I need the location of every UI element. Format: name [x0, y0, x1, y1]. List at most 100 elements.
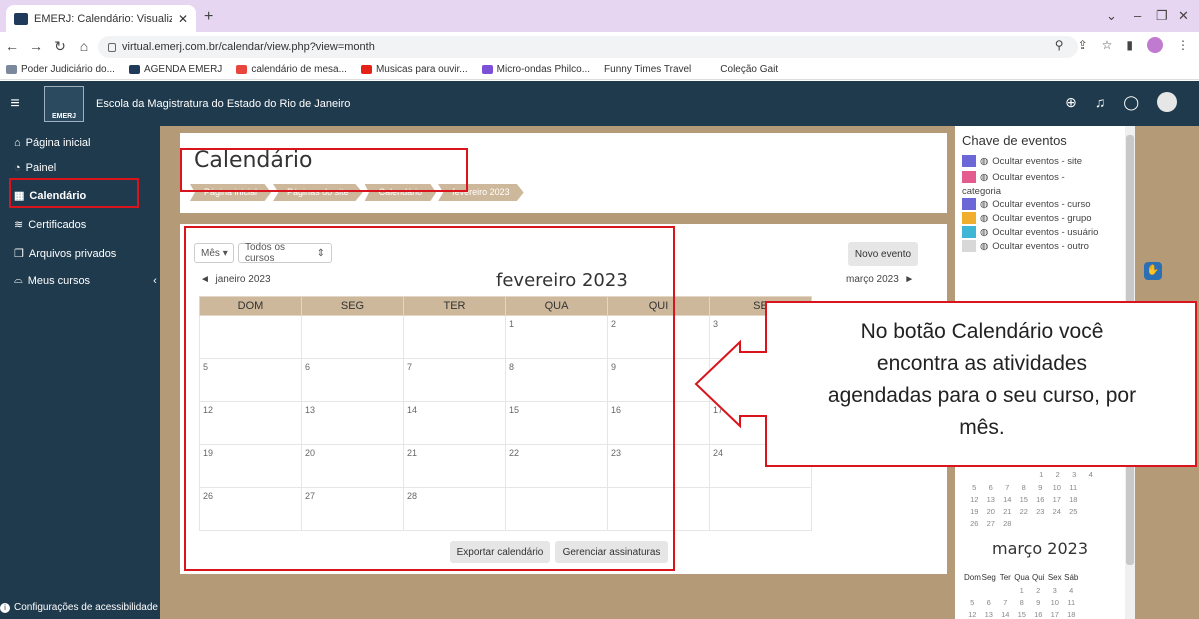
help-floating-icon[interactable]: ✋ [1144, 262, 1162, 280]
mini-calendar-day[interactable]: 25 [1065, 507, 1082, 516]
mini-calendar-day[interactable]: 1 [1014, 586, 1031, 595]
mini-calendar-day[interactable]: 15 [1014, 610, 1031, 619]
language-globe-icon[interactable]: ⊕ [1065, 94, 1077, 111]
sidebar-item-my-courses[interactable]: ⌓ Meus cursos ‹ [14, 274, 157, 287]
bookmark-item[interactable]: calendário de mesa... [236, 64, 347, 75]
mini-calendar-day[interactable]: 24 [1049, 507, 1066, 516]
sidebar-item-dashboard[interactable]: ◔ Painel [14, 162, 56, 174]
mini-calendar-day[interactable]: 13 [981, 610, 998, 619]
mini-calendar-day[interactable]: 12 [966, 495, 983, 504]
mini-calendar-day[interactable]: 10 [1049, 483, 1066, 492]
mini-calendar-day[interactable]: 27 [983, 519, 1000, 528]
notifications-bell-icon[interactable]: ♫ [1095, 94, 1106, 110]
mini-calendar-day[interactable]: 3 [1066, 470, 1083, 479]
mini-calendar-day[interactable]: 28 [999, 519, 1016, 528]
reload-icon[interactable]: ↻ [48, 38, 72, 55]
hamburger-menu-icon[interactable]: ≡ [0, 95, 30, 113]
zoom-icon[interactable]: ⚲ [1055, 38, 1064, 52]
event-key-item[interactable]: ◍ Ocultar eventos - usuário [962, 226, 1098, 238]
sidepanel-icon[interactable]: ▮ [1126, 38, 1133, 52]
mini-calendar-day[interactable]: 5 [966, 483, 983, 492]
mini-calendar-day[interactable]: 11 [1063, 598, 1080, 607]
mini-calendar-day[interactable]: 6 [981, 598, 998, 607]
mini-calendar-day[interactable] [1017, 470, 1034, 479]
messages-icon[interactable]: ◯ [1123, 94, 1139, 111]
mini-calendar-day[interactable]: 14 [999, 495, 1016, 504]
home-browser-icon[interactable]: ⌂ [72, 38, 96, 54]
mini-calendar-day[interactable]: 4 [1063, 586, 1080, 595]
visibility-eye-icon[interactable] [962, 212, 976, 224]
maximize-icon[interactable]: ❐ [1156, 8, 1168, 24]
bookmark-item[interactable]: Musicas para ouvir... [360, 64, 468, 75]
bookmark-item[interactable]: Coleção Gait [705, 64, 778, 75]
close-window-icon[interactable]: ✕ [1178, 8, 1189, 24]
mini-calendar-day[interactable]: 23 [1032, 507, 1049, 516]
tab-search-icon[interactable]: ⌄ [1106, 8, 1117, 24]
mini-calendar-day[interactable]: 16 [1030, 610, 1047, 619]
mini-calendar-day[interactable]: 1 [1033, 470, 1050, 479]
mini-calendar-day[interactable]: 15 [1016, 495, 1033, 504]
bookmark-star-icon[interactable]: ☆ [1102, 38, 1113, 52]
mini-calendar-day[interactable]: 20 [983, 507, 1000, 516]
event-key-item[interactable]: ◍ Ocultar eventos - curso [962, 198, 1091, 210]
emerj-logo[interactable]: EMERJ [44, 85, 84, 122]
mini-calendar-day[interactable]: 18 [1065, 495, 1082, 504]
mini-calendar-day[interactable]: 18 [1063, 610, 1080, 619]
sidebar-item-home[interactable]: ⌂ Página inicial [14, 137, 90, 149]
mini-calendar-day[interactable]: 8 [1016, 483, 1033, 492]
site-name[interactable]: Escola da Magistratura do Estado do Rio … [96, 98, 350, 110]
visibility-eye-icon[interactable] [962, 226, 976, 238]
forward-icon[interactable]: → [24, 38, 48, 54]
visibility-eye-icon[interactable] [962, 171, 976, 183]
mini-calendar-day[interactable] [1000, 470, 1017, 479]
mini-calendar-day[interactable]: 6 [983, 483, 1000, 492]
close-tab-icon[interactable]: ✕ [178, 12, 188, 26]
mini-calendar-day[interactable]: 5 [964, 598, 981, 607]
mini-calendar-day[interactable]: 13 [983, 495, 1000, 504]
mini-calendar-day[interactable]: 16 [1032, 495, 1049, 504]
visibility-eye-icon[interactable] [962, 240, 976, 252]
next-month-link[interactable]: março 2023 ► [846, 274, 914, 285]
mini-calendar-day[interactable]: 3 [1047, 586, 1064, 595]
event-key-item[interactable]: ◍ Ocultar eventos - [962, 171, 1065, 183]
menu-icon[interactable]: ⋮ [1177, 38, 1189, 52]
url-input[interactable]: virtual.emerj.com.br/calendar/view.php?v… [98, 36, 1078, 58]
mini-calendar-day[interactable]: 2 [1050, 470, 1067, 479]
mini-calendar-day[interactable]: 22 [1016, 507, 1033, 516]
mini-calendar-day[interactable]: 19 [966, 507, 983, 516]
sidebar-item-certificates[interactable]: ≋ Certificados [14, 218, 86, 232]
new-tab-icon[interactable]: + [204, 8, 213, 26]
mini-calendar-day[interactable] [964, 586, 981, 595]
mini-calendar-day[interactable]: 2 [1030, 586, 1047, 595]
calendar-day-cell[interactable] [709, 487, 812, 531]
mini-calendar-day[interactable]: 17 [1049, 495, 1066, 504]
new-event-button[interactable]: Novo evento [848, 242, 918, 266]
bookmark-item[interactable]: Funny Times Travel [604, 64, 691, 75]
event-key-item[interactable]: ◍ Ocultar eventos - grupo [962, 212, 1092, 224]
profile-icon[interactable] [1147, 37, 1163, 53]
mini-calendar-day[interactable]: 12 [964, 610, 981, 619]
event-key-item[interactable]: ◍ Ocultar eventos - site [962, 155, 1082, 167]
mini-calendar-day[interactable]: 9 [1030, 598, 1047, 607]
bookmark-item[interactable]: AGENDA EMERJ [128, 64, 222, 75]
mini-calendar-day[interactable]: 26 [966, 519, 983, 528]
user-avatar[interactable] [1157, 92, 1177, 112]
mini-calendar-day[interactable] [981, 586, 998, 595]
mini-calendar-day[interactable]: 9 [1032, 483, 1049, 492]
mini-calendar-day[interactable]: 7 [997, 598, 1014, 607]
share-icon[interactable]: ⇪ [1078, 38, 1088, 52]
mini-calendar-day[interactable]: 10 [1047, 598, 1064, 607]
browser-tab[interactable]: EMERJ: Calendário: Visualizar mê ✕ [6, 5, 196, 32]
back-icon[interactable]: ← [0, 38, 24, 54]
bookmark-item[interactable]: Poder Judiciário do... [6, 64, 115, 75]
mini-calendar-day[interactable]: 17 [1047, 610, 1064, 619]
mini-calendar-day[interactable]: 11 [1065, 483, 1082, 492]
mini-calendar-day[interactable]: 7 [999, 483, 1016, 492]
mini-calendar-day[interactable]: 4 [1083, 470, 1100, 479]
mini-calendar-day[interactable]: 14 [997, 610, 1014, 619]
visibility-eye-icon[interactable] [962, 198, 976, 210]
bookmark-item[interactable]: Micro-ondas Philco... [481, 64, 590, 75]
sidebar-item-private-files[interactable]: ❐ Arquivos privados [14, 247, 116, 261]
accessibility-settings-link[interactable]: i Configurações de acessibilidade [0, 602, 158, 613]
mini-calendar-day[interactable] [997, 586, 1014, 595]
